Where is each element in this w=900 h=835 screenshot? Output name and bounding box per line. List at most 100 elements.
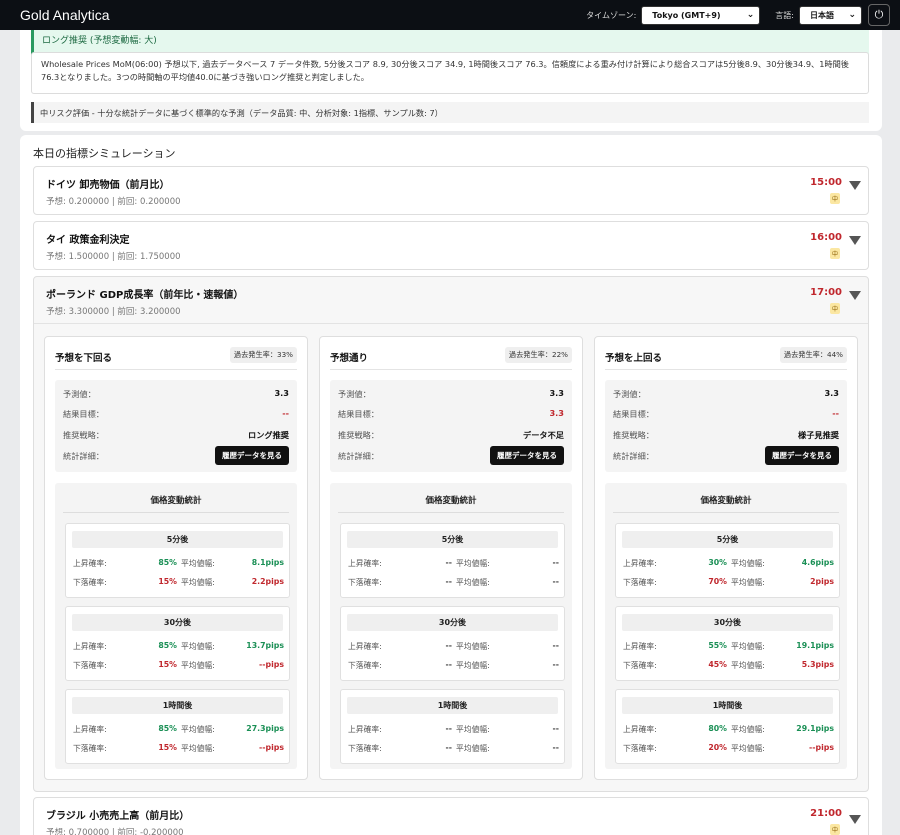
indicator-item-expanded: ポーランド GDP成長率（前年比・速報値） 予想: 3.300000 | 前回:… <box>33 276 869 792</box>
divider <box>63 512 289 513</box>
language-select[interactable]: 日本語 ⌄ <box>799 5 862 25</box>
forecast-label: 予測値： <box>613 389 646 399</box>
period-label: 30分後 <box>347 614 558 631</box>
up-rate-label: 上昇確率: <box>348 559 382 568</box>
price-stats-panel: 価格変動統計 5分後 上昇確率: 30% 平均値幅: 4.6pips 下落確率: 70%… <box>605 483 847 769</box>
chevron-down-icon: ⌄ <box>848 10 856 20</box>
history-data-button[interactable]: 履歴データを見る <box>215 446 289 465</box>
down-rate-label: 下落確率: <box>348 744 382 753</box>
down-pips-value: 5.3pips <box>801 660 834 669</box>
avg-range-label: 平均値幅: <box>456 661 490 670</box>
period-label: 5分後 <box>72 531 283 548</box>
expand-toggle-icon[interactable] <box>849 291 861 300</box>
down-rate-value: -- <box>445 743 452 752</box>
importance-badge: 中 <box>829 824 840 835</box>
scenario-card-inline: 予想通り 過去発生率：22% 予測値： 3.3 結果目標： 3.3 推奨戦略： データ… <box>319 336 583 780</box>
up-pips-value: -- <box>552 558 559 567</box>
down-pips-value: 2.2pips <box>251 577 284 586</box>
down-row: 下落確率: 70% 平均値幅: 2pips <box>623 577 834 587</box>
indicator-time: 16:00 <box>810 232 842 243</box>
up-pips-value: 8.1pips <box>251 558 284 567</box>
period-box: 5分後 上昇確率: 85% 平均値幅: 8.1pips 下落確率: 15% 平均値幅: 2.… <box>65 523 290 598</box>
history-data-button[interactable]: 履歴データを見る <box>765 446 839 465</box>
down-rate-value: 15% <box>158 577 177 586</box>
analysis-summary: Wholesale Prices MoM(06:00) 予想以下, 過去データベ… <box>31 52 869 94</box>
down-rate-value: 70% <box>708 577 727 586</box>
expand-toggle-icon[interactable] <box>849 236 861 245</box>
up-row: 上昇確率: -- 平均値幅: -- <box>348 724 559 734</box>
forecast-row: 予測値： 3.3 <box>63 388 289 400</box>
scenario-details: 予測値： 3.3 結果目標： -- 推奨戦略： ロング推奨 統計詳細： 履歴データを見る <box>55 380 297 472</box>
indicator-item[interactable]: ドイツ 卸売物価（前月比） 予想: 0.200000 | 前回: 0.20000… <box>33 166 869 215</box>
stats-title: 価格変動統計 <box>425 496 477 506</box>
detail-row: 統計詳細： 履歴データを見る <box>338 446 564 465</box>
price-stats-panel: 価格変動統計 5分後 上昇確率: 85% 平均値幅: 8.1pips 下落確率: 15%… <box>55 483 297 769</box>
avg-range-label: 平均値幅: <box>181 559 215 568</box>
language-label: 言語: <box>775 10 794 20</box>
target-label: 結果目標： <box>63 409 104 419</box>
up-rate-value: 30% <box>708 558 727 567</box>
avg-range-label: 平均値幅: <box>456 578 490 587</box>
avg-range-label: 平均値幅: <box>456 642 490 651</box>
forecast-value: 3.3 <box>824 388 839 398</box>
up-pips-value: -- <box>552 641 559 650</box>
up-rate-value: 85% <box>158 641 177 650</box>
expand-toggle-icon[interactable] <box>849 815 861 824</box>
period-label: 5分後 <box>347 531 558 548</box>
strategy-row: 推奨戦略： ロング推奨 <box>63 429 289 441</box>
up-rate-label: 上昇確率: <box>623 725 657 734</box>
detail-row: 統計詳細： 履歴データを見る <box>613 446 839 465</box>
indicator-meta: 予想: 1.500000 | 前回: 1.750000 <box>46 252 181 262</box>
period-box: 30分後 上昇確率: -- 平均値幅: -- 下落確率: -- 平均値幅: -- <box>340 606 565 681</box>
period-label: 5分後 <box>622 531 833 548</box>
navbar-controls: タイムゾーン: Tokyo (GMT+9) ⌄ 言語: 日本語 ⌄ ⏻ <box>586 4 890 26</box>
scenario-details: 予測値： 3.3 結果目標： 3.3 推奨戦略： データ不足 統計詳細： 履歴データを見… <box>330 380 572 472</box>
up-pips-value: 29.1pips <box>796 724 834 733</box>
indicator-meta: 予想: 3.300000 | 前回: 3.200000 <box>46 307 181 317</box>
indicator-header[interactable]: ポーランド GDP成長率（前年比・速報値） 予想: 3.300000 | 前回:… <box>34 277 868 324</box>
up-row: 上昇確率: -- 平均値幅: -- <box>348 641 559 651</box>
indicator-item[interactable]: ブラジル 小売売上高（前月比） 予想: 0.700000 | 前回: -0.20… <box>33 797 869 835</box>
detail-row: 統計詳細： 履歴データを見る <box>63 446 289 465</box>
up-rate-label: 上昇確率: <box>348 725 382 734</box>
down-row: 下落確率: -- 平均値幅: -- <box>348 660 559 670</box>
expand-toggle-icon[interactable] <box>849 181 861 190</box>
period-box: 1時間後 上昇確率: -- 平均値幅: -- 下落確率: -- 平均値幅: -- <box>340 689 565 764</box>
power-button[interactable]: ⏻ <box>868 4 890 26</box>
period-label: 30分後 <box>72 614 283 631</box>
indicator-name: ドイツ 卸売物価（前月比） <box>46 180 170 191</box>
timezone-select[interactable]: Tokyo (GMT+9) ⌄ <box>641 5 761 25</box>
indicator-time: 17:00 <box>810 287 842 298</box>
period-label: 30分後 <box>622 614 833 631</box>
up-rate-value: 85% <box>158 558 177 567</box>
avg-range-label: 平均値幅: <box>456 744 490 753</box>
language-value: 日本語 <box>810 10 834 20</box>
strategy-label: 推奨戦略： <box>338 430 379 440</box>
down-pips-value: --pips <box>809 743 834 752</box>
indicator-name: ブラジル 小売売上高（前月比） <box>46 811 190 822</box>
strategy-value: ロング推奨 <box>248 430 289 440</box>
up-rate-label: 上昇確率: <box>73 559 107 568</box>
detail-label: 統計詳細： <box>63 451 104 461</box>
indicator-item[interactable]: タイ 政策金利決定 予想: 1.500000 | 前回: 1.750000 16… <box>33 221 869 270</box>
strategy-row: 推奨戦略： 様子見推奨 <box>613 429 839 441</box>
down-rate-value: 15% <box>158 660 177 669</box>
scenario-card-below: 予想を下回る 過去発生率：33% 予測値： 3.3 結果目標： -- 推奨戦略： ロン… <box>44 336 308 780</box>
strategy-label: 推奨戦略： <box>63 430 104 440</box>
up-rate-label: 上昇確率: <box>73 642 107 651</box>
scenario-card-above: 予想を上回る 過去発生率：44% 予測値： 3.3 結果目標： -- 推奨戦略： 様子… <box>594 336 858 780</box>
target-row: 結果目標： -- <box>63 408 289 420</box>
scenario-title: 予想通り <box>330 353 369 364</box>
forecast-row: 予測値： 3.3 <box>613 388 839 400</box>
brand-logo[interactable]: Gold Analytica <box>20 7 110 23</box>
avg-range-label: 平均値幅: <box>731 559 765 568</box>
importance-badge: 中 <box>829 303 840 314</box>
target-label: 結果目標： <box>613 409 654 419</box>
down-rate-value: 45% <box>708 660 727 669</box>
divider <box>605 369 847 370</box>
avg-range-label: 平均値幅: <box>181 578 215 587</box>
down-pips-value: -- <box>552 660 559 669</box>
up-pips-value: 4.6pips <box>801 558 834 567</box>
history-data-button[interactable]: 履歴データを見る <box>490 446 564 465</box>
strategy-value: 様子見推奨 <box>798 430 839 440</box>
